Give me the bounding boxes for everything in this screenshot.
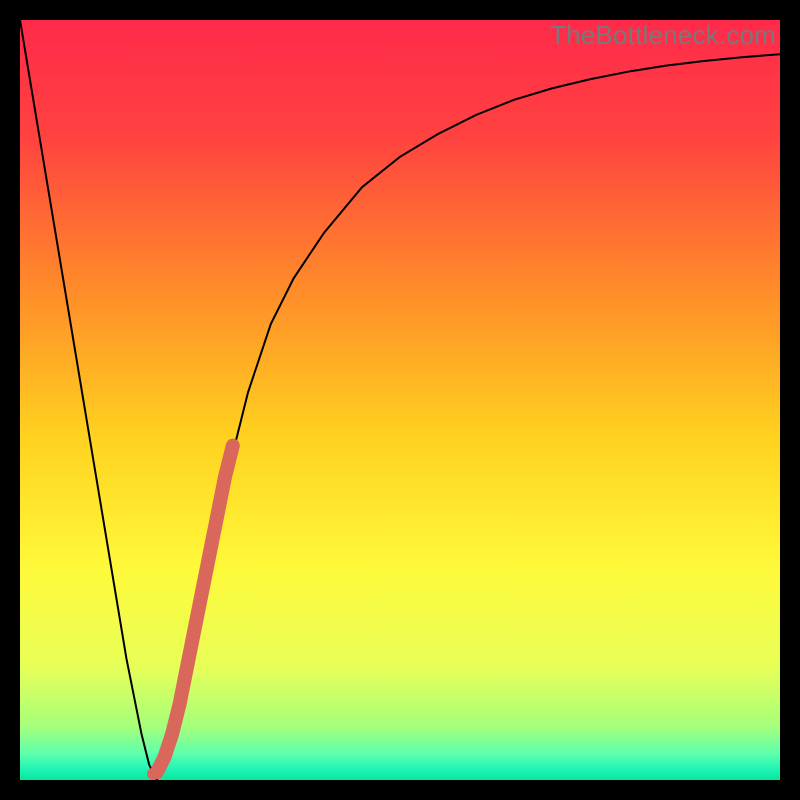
watermark-text: TheBottleneck.com: [550, 20, 776, 51]
gradient-background: [20, 20, 780, 780]
chart-frame: TheBottleneck.com: [0, 0, 800, 800]
highlight-dot: [147, 768, 159, 780]
plot-area: TheBottleneck.com: [20, 20, 780, 780]
chart-svg: [20, 20, 780, 780]
